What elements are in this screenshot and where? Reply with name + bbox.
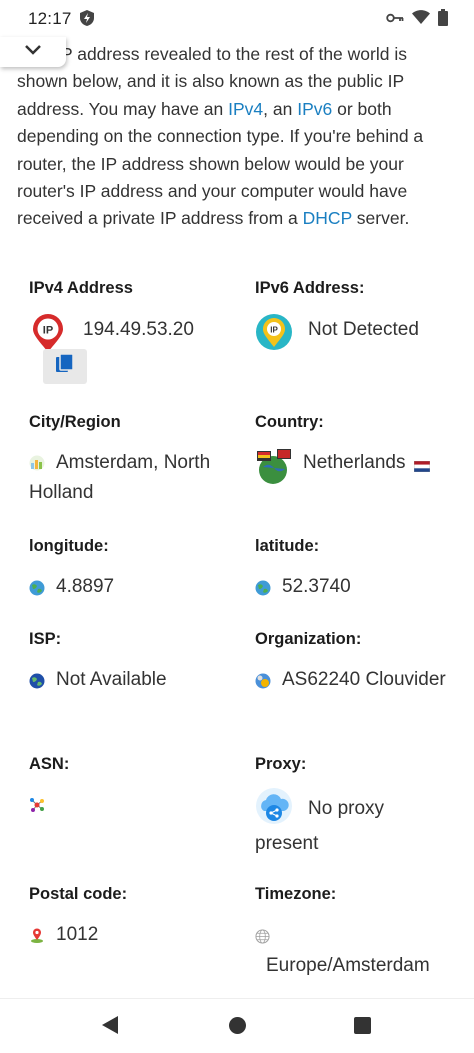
network-icon <box>29 797 45 818</box>
globe-icon <box>29 580 45 601</box>
city-label: City/Region <box>29 413 121 431</box>
recents-button[interactable] <box>354 1017 371 1039</box>
intro-paragraph: P address revealed to the rest of the wo… <box>17 41 457 233</box>
battery-icon <box>438 9 448 31</box>
proxy-value: No proxy present <box>255 798 385 854</box>
world-icon <box>255 929 270 949</box>
copy-icon <box>55 353 75 380</box>
ipv6-field: IPv6 Address: <box>255 279 465 298</box>
isp-label: ISP: <box>29 630 62 648</box>
netherlands-flag-icon <box>413 459 431 477</box>
ipv4-label: IPv4 Address <box>29 279 133 297</box>
intro-text-2: , an <box>263 98 298 119</box>
ipv4-field: IPv4 Address <box>29 279 239 298</box>
status-bar: 12:17 <box>0 0 474 36</box>
svg-text:IP: IP <box>270 326 278 335</box>
home-button[interactable] <box>229 1017 246 1039</box>
dhcp-link[interactable]: DHCP <box>303 208 352 228</box>
globe-icon <box>255 580 271 601</box>
asn-label: ASN: <box>29 755 70 773</box>
country-value: Netherlands <box>303 452 406 473</box>
svg-text:IP: IP <box>43 325 53 337</box>
proxy-label: Proxy: <box>255 755 307 773</box>
ipv6-value: Not Detected <box>308 319 419 340</box>
globe-icon <box>29 673 45 694</box>
country-label: Country: <box>255 413 324 431</box>
postal-value: 1012 <box>56 924 99 945</box>
longitude-value: 4.8897 <box>56 576 115 597</box>
longitude-label: longitude: <box>29 537 109 555</box>
navigation-bar <box>0 998 474 1053</box>
organization-label: Organization: <box>255 630 362 648</box>
ipv6-link[interactable]: IPv6 <box>297 99 332 119</box>
vpn-key-icon <box>386 11 404 29</box>
city-value: Amsterdam, North Holland <box>29 452 211 503</box>
collapse-button[interactable] <box>0 37 66 67</box>
latitude-value: 52.3740 <box>282 576 351 597</box>
wifi-icon <box>412 10 430 30</box>
status-time: 12:17 <box>28 9 72 28</box>
isp-value: Not Available <box>56 669 167 690</box>
timezone-value: Europe/Amsterdam <box>266 955 430 976</box>
ip-pin-icon: IP <box>255 313 293 356</box>
postal-label: Postal code: <box>29 885 128 903</box>
copy-button[interactable] <box>43 349 87 384</box>
timezone-label: Timezone: <box>255 885 337 903</box>
latitude-label: latitude: <box>255 537 320 555</box>
ipv6-label: IPv6 Address: <box>255 279 365 297</box>
back-button[interactable] <box>101 1015 119 1040</box>
shield-icon <box>79 9 95 32</box>
intro-text-4: server. <box>351 208 410 229</box>
globe-flags-icon <box>255 447 293 490</box>
chevron-down-icon <box>24 43 42 61</box>
organization-value: AS62240 Clouvider <box>282 669 446 690</box>
ipv4-link[interactable]: IPv4 <box>228 99 263 119</box>
map-pin-icon <box>29 927 45 948</box>
ipv4-value: 194.49.53.20 <box>83 319 194 340</box>
